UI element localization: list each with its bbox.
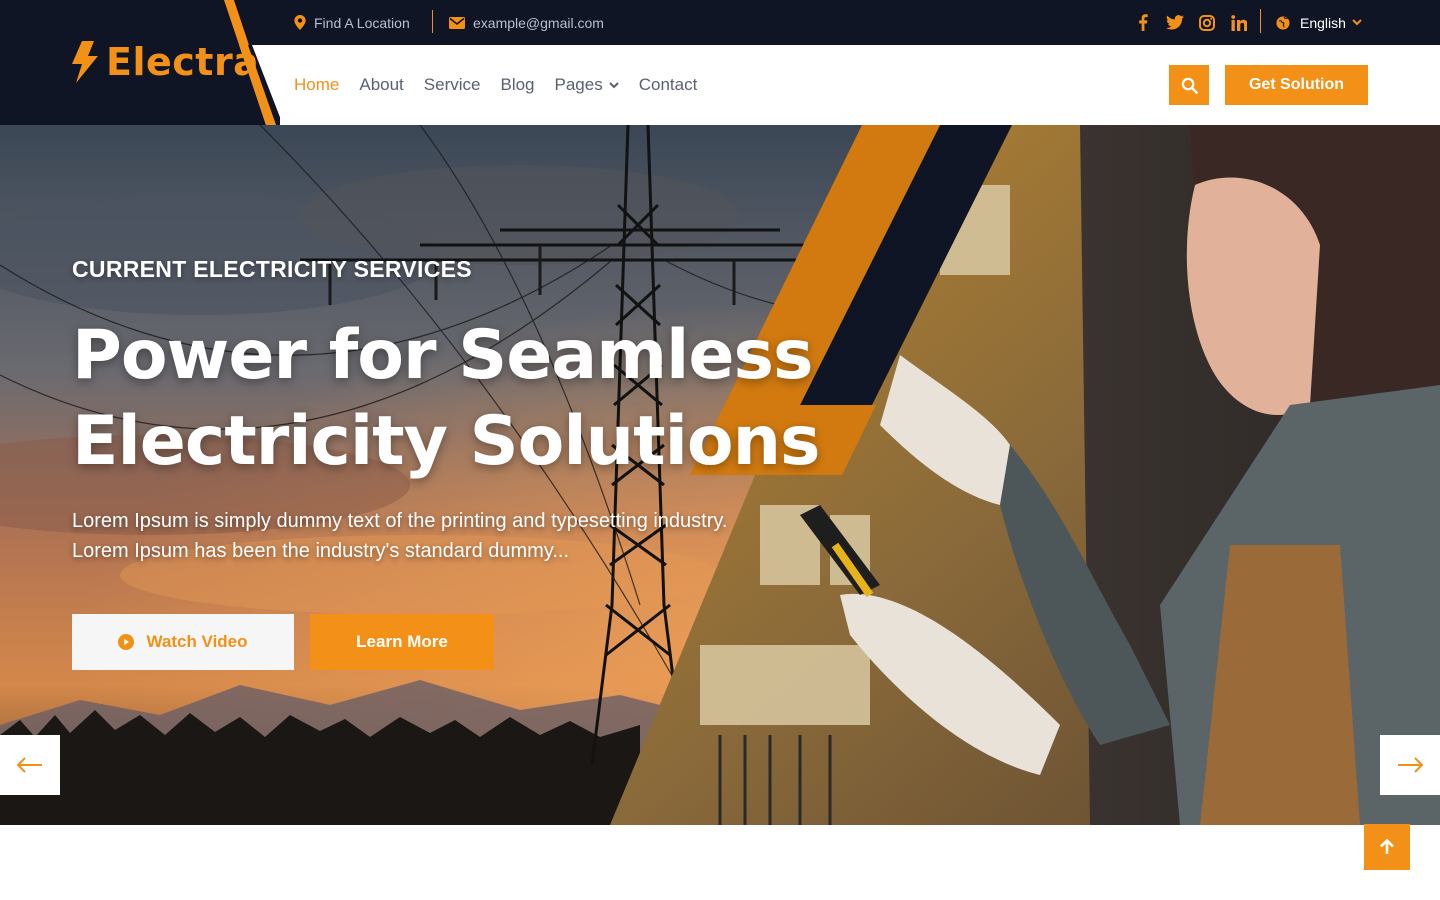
hero-description-line: Lorem Ipsum has been the industry's stan…: [72, 540, 570, 562]
hero-slider: CURRENT ELECTRICITY SERVICES Power for S…: [0, 125, 1440, 825]
learn-more-button[interactable]: Learn More: [310, 614, 494, 670]
nav-service[interactable]: Service: [424, 75, 481, 95]
divider: [432, 10, 433, 33]
lightning-bolt-icon: [72, 41, 98, 83]
social-links: [1120, 0, 1248, 45]
chevron-down-icon: [1352, 19, 1362, 26]
hero-title-line: Power for Seamless: [72, 316, 813, 395]
hero-description-line: Lorem Ipsum is simply dummy text of the …: [72, 510, 728, 532]
email-link[interactable]: example@gmail.com: [449, 0, 604, 45]
map-pin-icon: [294, 15, 306, 30]
chevron-down-icon: [609, 81, 619, 88]
divider: [1260, 9, 1261, 33]
scroll-to-top-button[interactable]: [1364, 824, 1410, 870]
language-label: English: [1300, 14, 1346, 31]
get-solution-button[interactable]: Get Solution: [1225, 65, 1368, 105]
search-button[interactable]: [1169, 65, 1209, 105]
slider-next-button[interactable]: [1380, 735, 1440, 795]
linkedin-icon[interactable]: [1230, 14, 1248, 32]
hero-title-line: Electricity Solutions: [72, 402, 821, 481]
watch-video-label: Watch Video: [146, 632, 248, 651]
brand-name: Electra: [106, 40, 260, 84]
logo-panel: Electra: [0, 0, 283, 125]
brand-logo[interactable]: Electra: [70, 40, 259, 84]
nav-blog[interactable]: Blog: [500, 75, 534, 95]
location-link[interactable]: Find A Location: [294, 0, 410, 45]
email-text: example@gmail.com: [473, 14, 604, 31]
hero-eyebrow: CURRENT ELECTRICITY SERVICES: [72, 256, 472, 282]
nav-pages[interactable]: Pages: [555, 75, 619, 95]
instagram-icon[interactable]: [1198, 14, 1216, 32]
arrow-left-icon: [17, 757, 42, 773]
nav-about[interactable]: About: [359, 75, 403, 95]
hero-description: Lorem Ipsum is simply dummy text of the …: [72, 506, 792, 566]
globe-icon: [1276, 15, 1290, 30]
nav-home[interactable]: Home: [294, 75, 339, 95]
envelope-icon: [449, 16, 465, 29]
play-circle-icon: [118, 634, 135, 650]
facebook-icon[interactable]: [1134, 14, 1152, 32]
arrow-right-icon: [1398, 757, 1423, 773]
nav-pages-label: Pages: [554, 75, 603, 94]
main-nav: Home About Service Blog Pages Contact: [294, 45, 717, 125]
nav-contact[interactable]: Contact: [639, 75, 698, 95]
watch-video-button[interactable]: Watch Video: [72, 614, 294, 670]
hero-title: Power for Seamless Electricity Solutions: [72, 313, 832, 485]
language-select[interactable]: English: [1276, 0, 1362, 45]
slider-prev-button[interactable]: [0, 735, 60, 795]
arrow-up-icon: [1380, 839, 1394, 854]
search-icon: [1181, 77, 1198, 94]
twitter-icon[interactable]: [1166, 14, 1184, 32]
location-text: Find A Location: [314, 14, 410, 31]
